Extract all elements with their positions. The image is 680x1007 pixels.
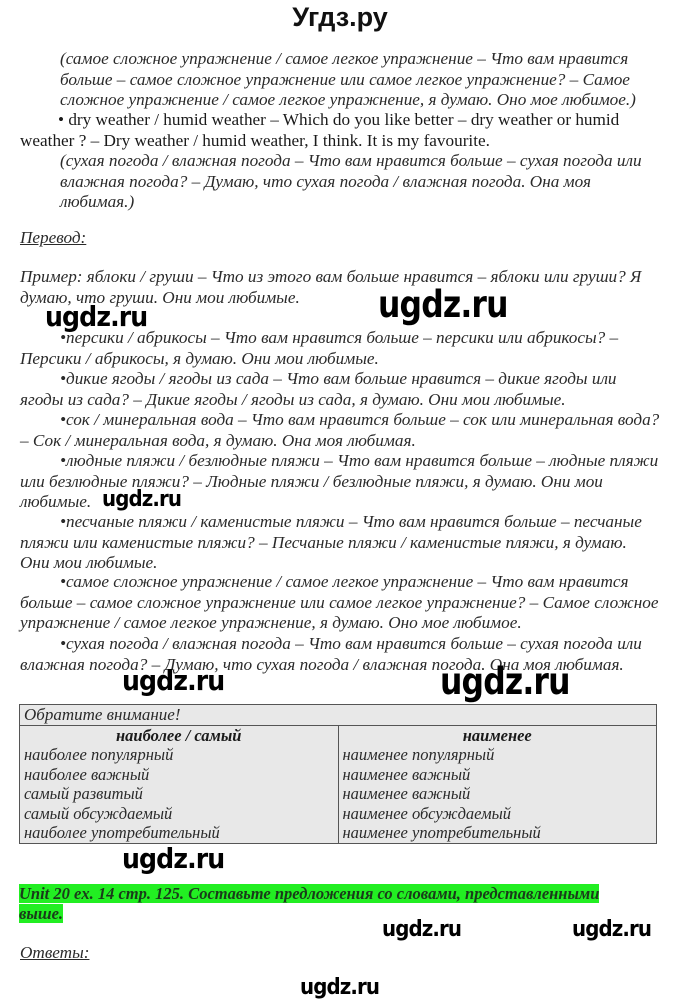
translation-heading: Перевод: <box>20 228 87 247</box>
translation-item: •самое сложное упражнение / самое легкое… <box>20 572 659 632</box>
translation-item: •дикие ягоды / ягоды из сада – Что вам б… <box>20 369 617 409</box>
translation-item: •сок / минеральная вода – Что вам нравит… <box>20 410 660 450</box>
note-table: Обратите внимание! наиболее / самый наим… <box>19 704 657 844</box>
intro-ru-translation-2: (сухая погода / влажная погода – Что вам… <box>60 151 642 211</box>
table-cell: наиболее популярный <box>19 745 339 765</box>
table-cell: наименее обсуждаемый <box>337 803 657 823</box>
table-cell: наименее употребительный <box>337 823 657 844</box>
watermark: ugdz.ru <box>122 664 225 697</box>
watermark: ugdz.ru <box>378 283 508 326</box>
table-cell: наименее важный <box>337 764 657 784</box>
table-cell: наиболее важный <box>19 764 339 784</box>
watermark: ugdz.ru <box>440 660 570 703</box>
note-table-title: Обратите внимание! <box>19 704 657 726</box>
table-cell: наиболее употребительный <box>19 823 339 844</box>
translation-item: •сухая погода / влажная погода – Что вам… <box>20 634 642 674</box>
note-table-header-most: наиболее / самый <box>19 724 339 745</box>
watermark: ugdz.ru <box>300 975 380 1000</box>
site-title: Угдз.ру <box>292 2 388 32</box>
watermark: ugdz.ru <box>45 300 148 333</box>
watermark: ugdz.ru <box>572 917 652 942</box>
table-row: наиболее популярный наименее популярный <box>19 745 657 765</box>
answers-heading: Ответы: <box>20 943 90 962</box>
table-cell: наименее важный <box>337 784 657 804</box>
watermark: ugdz.ru <box>382 917 462 942</box>
watermark: ugdz.ru <box>102 487 182 512</box>
table-row: наиболее употребительный наименее употре… <box>19 823 657 844</box>
task-text: Unit 20 ex. 14 стр. 125. Составьте предл… <box>19 884 600 923</box>
table-cell: самый развитый <box>19 784 339 804</box>
intro-ru-translation-1: (самое сложное упражнение / самое легкое… <box>60 49 636 109</box>
watermark: ugdz.ru <box>122 842 225 875</box>
note-table-header-least: наименее <box>337 724 657 745</box>
table-cell: наименее популярный <box>337 745 657 765</box>
table-row: самый развитый наименее важный <box>19 784 657 804</box>
task-heading: Unit 20 ex. 14 стр. 125. Составьте предл… <box>19 884 639 924</box>
table-row: наиболее важный наименее важный <box>19 764 657 784</box>
intro-english-item: • dry weather / humid weather – Which do… <box>20 110 620 150</box>
translation-item: •песчаные пляжи / каменистые пляжи – Что… <box>20 512 642 572</box>
translation-item: •персики / абрикосы – Что вам нравится б… <box>20 328 619 368</box>
table-row: самый обсуждаемый наименее обсуждаемый <box>19 803 657 823</box>
table-cell: самый обсуждаемый <box>19 803 339 823</box>
